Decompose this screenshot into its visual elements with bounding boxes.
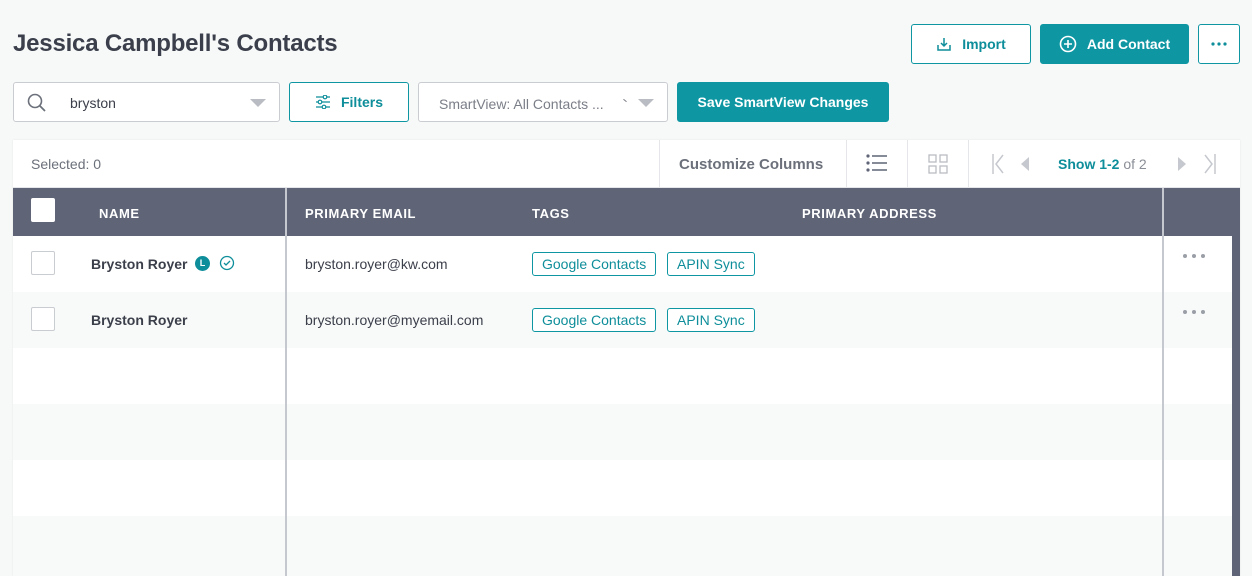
tag-badge[interactable]: APIN Sync	[667, 308, 755, 332]
empty-row	[13, 348, 1232, 404]
select-all-checkbox[interactable]	[31, 198, 55, 222]
empty-row	[13, 516, 1232, 576]
toolbar-divider	[659, 140, 660, 188]
contacts-table-panel: Selected: 0 Customize Columns Show 1-2 o…	[13, 140, 1240, 576]
page-title: Jessica Campbell's Contacts	[13, 30, 338, 57]
plus-circle-icon	[1059, 35, 1077, 53]
empty-row	[13, 460, 1232, 516]
column-header-address[interactable]: PRIMARY ADDRESS	[802, 206, 937, 221]
toolbar-divider	[907, 140, 908, 188]
more-options-button[interactable]	[1198, 24, 1240, 64]
tag-badge[interactable]: Google Contacts	[532, 252, 657, 276]
column-divider[interactable]	[285, 188, 287, 576]
search-icon	[27, 93, 46, 112]
column-header-tags[interactable]: TAGS	[532, 206, 570, 221]
import-label: Import	[962, 36, 1006, 52]
import-button[interactable]: Import	[911, 24, 1031, 64]
row-checkbox[interactable]	[31, 307, 55, 331]
save-smartview-button[interactable]: Save SmartView Changes	[677, 82, 889, 122]
table-row[interactable]: Bryston Royer L bryston.royer@kw.com Goo…	[13, 236, 1232, 292]
pager-total: of 2	[1123, 156, 1147, 172]
row-actions-icon[interactable]	[1182, 253, 1206, 259]
search-input[interactable]: bryston	[13, 82, 280, 122]
row-actions-icon[interactable]	[1182, 309, 1206, 315]
column-header-name[interactable]: NAME	[99, 206, 140, 221]
lead-badge: L	[195, 256, 210, 271]
list-view-icon[interactable]	[866, 154, 888, 172]
first-page-icon[interactable]	[991, 153, 1005, 175]
table-header: NAME PRIMARY EMAIL TAGS PRIMARY ADDRESS	[13, 188, 1232, 236]
column-divider[interactable]	[1162, 188, 1164, 576]
next-page-icon[interactable]	[1177, 156, 1187, 172]
tag-badge[interactable]: Google Contacts	[532, 308, 657, 332]
pager-text: Show 1-2 of 2	[1058, 156, 1147, 172]
vertical-scrollbar[interactable]	[1232, 188, 1240, 576]
toolbar-divider	[968, 140, 969, 188]
ellipsis-icon	[1211, 42, 1227, 46]
pager-range: Show 1-2	[1058, 156, 1120, 172]
grid-view-icon[interactable]	[928, 154, 948, 174]
filters-label: Filters	[340, 94, 383, 110]
add-contact-button[interactable]: Add Contact	[1040, 24, 1189, 64]
smartview-tick	[623, 98, 627, 103]
toolbar-divider	[846, 140, 847, 188]
add-contact-label: Add Contact	[1086, 36, 1171, 52]
sliders-icon	[315, 95, 330, 109]
empty-row	[13, 404, 1232, 460]
import-icon	[937, 38, 951, 51]
chevron-down-icon[interactable]	[250, 99, 266, 107]
contact-email: bryston.royer@myemail.com	[305, 312, 484, 328]
selected-count: Selected: 0	[31, 156, 102, 172]
table-row[interactable]: Bryston Royer bryston.royer@myemail.com …	[13, 292, 1232, 348]
chevron-down-icon[interactable]	[638, 99, 654, 107]
row-checkbox[interactable]	[31, 251, 55, 275]
tag-badge[interactable]: APIN Sync	[667, 252, 755, 276]
smartview-value: SmartView: All Contacts ...	[439, 96, 604, 112]
contact-email: bryston.royer@kw.com	[305, 256, 448, 272]
table-toolbar: Selected: 0 Customize Columns Show 1-2 o…	[13, 140, 1240, 188]
smartview-select[interactable]: SmartView: All Contacts ...	[418, 82, 668, 122]
prev-page-icon[interactable]	[1020, 156, 1030, 172]
verified-check-icon	[219, 255, 235, 271]
last-page-icon[interactable]	[1203, 153, 1217, 175]
search-value: bryston	[70, 95, 116, 111]
filters-button[interactable]: Filters	[289, 82, 409, 122]
customize-columns-button[interactable]: Customize Columns	[679, 156, 823, 173]
column-header-email[interactable]: PRIMARY EMAIL	[305, 206, 416, 221]
contact-name[interactable]: Bryston Royer	[91, 256, 187, 272]
contact-name[interactable]: Bryston Royer	[91, 312, 187, 328]
